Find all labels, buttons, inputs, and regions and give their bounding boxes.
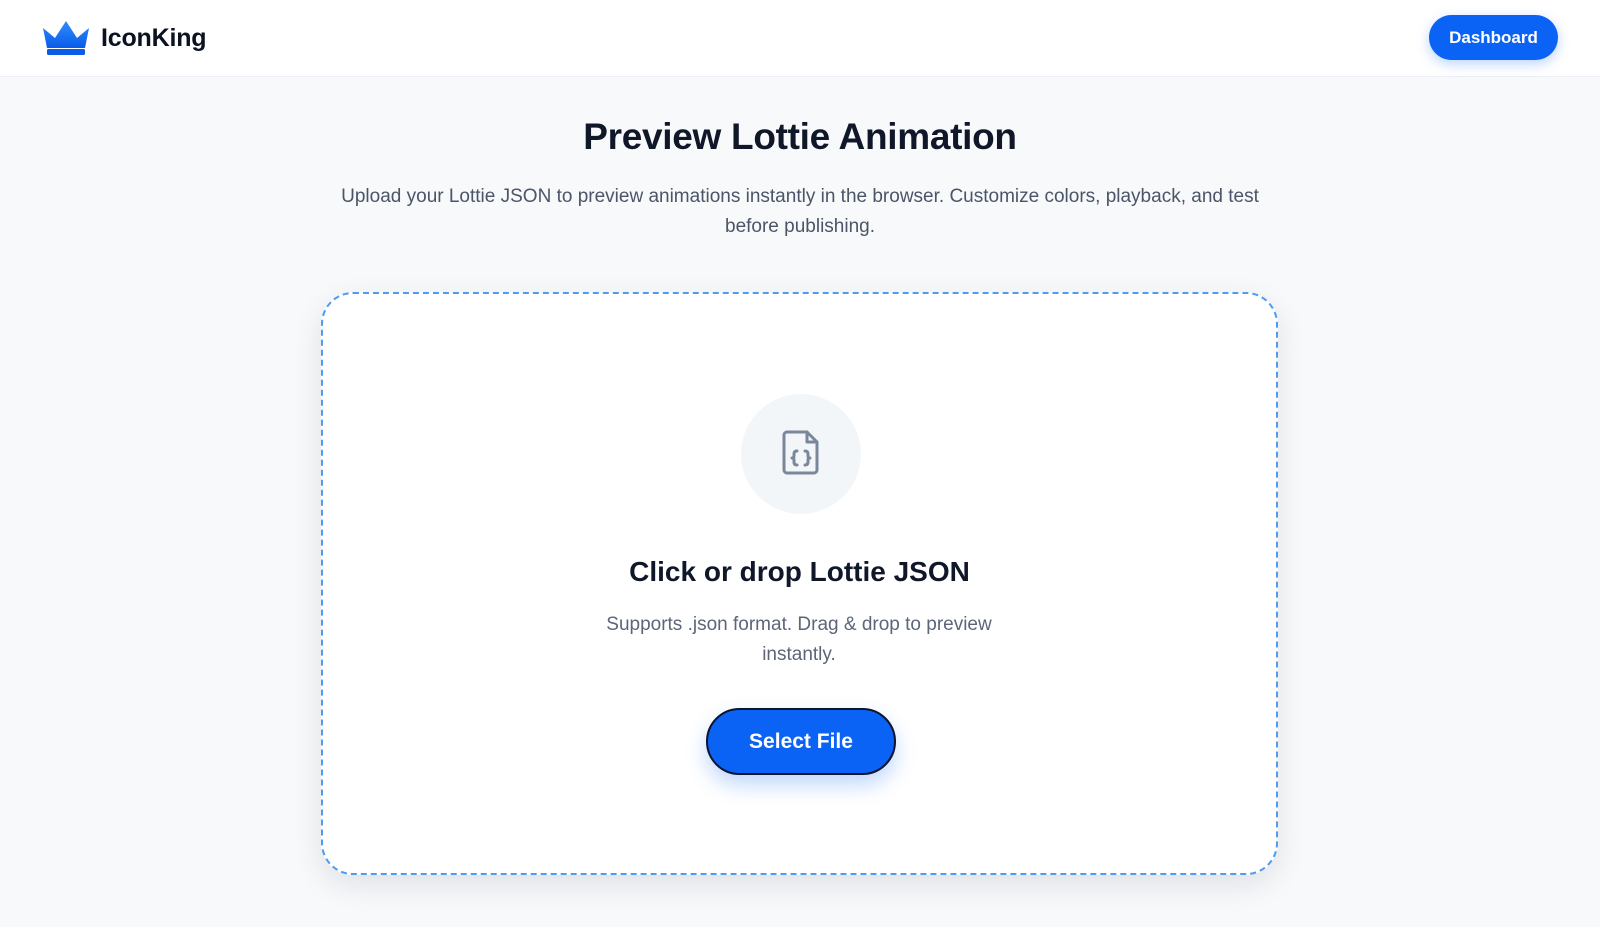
- crown-icon: [41, 20, 91, 56]
- page-subtitle: Upload your Lottie JSON to preview anima…: [341, 186, 1259, 237]
- file-icon-circle: [741, 394, 861, 514]
- top-header: IconKing Dashboard: [0, 0, 1600, 77]
- brand-name: IconKing: [101, 23, 207, 52]
- dropzone-description: Supports .json format. Drag & drop to pr…: [606, 614, 992, 665]
- file-json-icon: [781, 428, 821, 481]
- dropzone-title: Click or drop Lottie JSON: [629, 556, 970, 587]
- dashboard-button[interactable]: Dashboard: [1429, 15, 1558, 60]
- select-file-button[interactable]: Select File: [706, 708, 896, 775]
- page-title: Preview Lottie Animation: [583, 116, 1017, 157]
- lottie-dropzone[interactable]: Click or drop Lottie JSON Supports .json…: [321, 292, 1278, 875]
- brand-logo-link[interactable]: IconKing: [41, 20, 207, 56]
